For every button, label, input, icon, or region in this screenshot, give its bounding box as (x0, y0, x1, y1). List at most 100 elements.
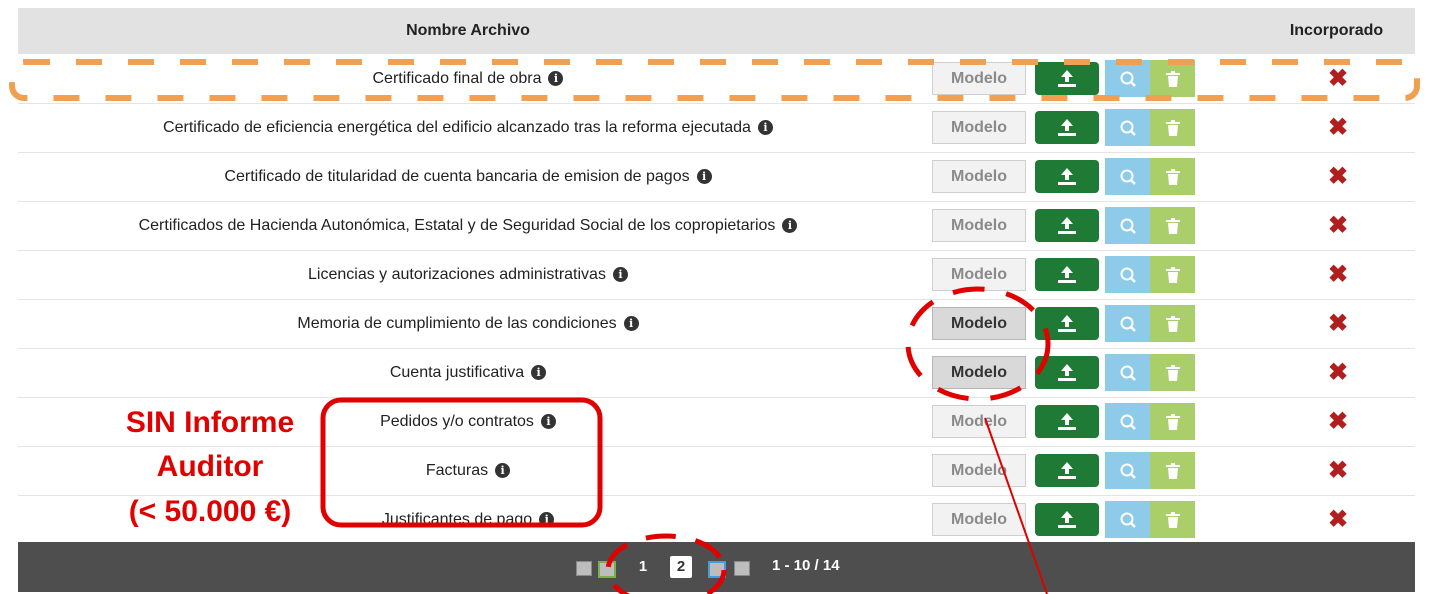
view-button[interactable] (1105, 256, 1150, 293)
search-icon (1120, 365, 1136, 381)
info-icon[interactable]: i (540, 414, 556, 429)
delete-button[interactable] (1150, 256, 1195, 293)
trash-icon (1165, 217, 1180, 234)
upload-button[interactable] (1035, 405, 1099, 438)
delete-button[interactable] (1150, 109, 1195, 146)
upload-icon (1058, 314, 1076, 332)
table-header: Nombre Archivo Incorporado (18, 8, 1415, 54)
view-button[interactable] (1105, 501, 1150, 538)
delete-button[interactable] (1150, 305, 1195, 342)
delete-button[interactable] (1150, 207, 1195, 244)
search-icon (1120, 463, 1136, 479)
annotation-sin-informe: SIN Informe (125, 406, 295, 439)
upload-icon (1058, 265, 1076, 283)
info-icon[interactable]: i (495, 463, 511, 478)
annotation-auditor: Auditor (156, 450, 264, 483)
modelo-button[interactable]: Modelo (932, 307, 1026, 340)
upload-icon (1058, 69, 1076, 87)
trash-icon (1165, 364, 1180, 381)
first-page-icon[interactable] (576, 561, 592, 576)
view-button[interactable] (1105, 354, 1150, 391)
info-icon[interactable]: i (757, 120, 773, 135)
upload-button[interactable] (1035, 160, 1099, 193)
info-icon[interactable]: i (696, 169, 712, 184)
upload-button[interactable] (1035, 356, 1099, 389)
modelo-button[interactable]: Modelo (932, 258, 1026, 291)
modelo-button[interactable]: Modelo (932, 405, 1026, 438)
not-incorporated-icon: ✖ (1327, 310, 1349, 337)
table-row: Certificado final de obra i Modelo ✖ (18, 54, 1415, 104)
delete-button[interactable] (1150, 452, 1195, 489)
not-incorporated-icon: ✖ (1327, 65, 1349, 92)
view-button[interactable] (1105, 60, 1150, 97)
trash-icon (1165, 119, 1180, 136)
table-row: Certificado de eficiencia energética del… (18, 103, 1415, 153)
upload-button[interactable] (1035, 209, 1099, 242)
file-name: Justificantes de pago (381, 510, 533, 528)
delete-button[interactable] (1150, 354, 1195, 391)
info-icon[interactable]: i (782, 218, 798, 233)
trash-icon (1165, 168, 1180, 185)
modelo-button[interactable]: Modelo (932, 454, 1026, 487)
not-incorporated-icon: ✖ (1327, 163, 1349, 190)
file-name-cell: Certificado final de obra i (18, 54, 918, 103)
page-1-link[interactable]: 1 (636, 556, 650, 578)
upload-icon (1058, 461, 1076, 479)
file-name: Pedidos y/o contratos (380, 412, 534, 430)
info-icon[interactable]: i (531, 365, 547, 380)
upload-button[interactable] (1035, 503, 1099, 536)
modelo-button[interactable]: Modelo (932, 111, 1026, 144)
upload-button[interactable] (1035, 258, 1099, 291)
info-icon[interactable]: i (548, 71, 564, 86)
view-button[interactable] (1105, 158, 1150, 195)
trash-icon (1165, 315, 1180, 332)
view-button[interactable] (1105, 403, 1150, 440)
search-icon (1120, 218, 1136, 234)
search-icon (1120, 316, 1136, 332)
search-icon (1120, 512, 1136, 528)
next-page-icon[interactable] (708, 561, 726, 578)
file-name-cell: Licencias y autorizaciones administrativ… (18, 250, 918, 299)
not-incorporated-icon: ✖ (1327, 261, 1349, 288)
info-icon[interactable]: i (539, 512, 555, 527)
prev-page-icon[interactable] (598, 561, 616, 578)
page-2-current[interactable]: 2 (670, 556, 692, 578)
page-range: 1 - 10 / 14 (772, 557, 840, 574)
search-icon (1120, 169, 1136, 185)
search-icon (1120, 120, 1136, 136)
modelo-button[interactable]: Modelo (932, 356, 1026, 389)
delete-button[interactable] (1150, 158, 1195, 195)
view-button[interactable] (1105, 305, 1150, 342)
upload-icon (1058, 167, 1076, 185)
trash-icon (1165, 511, 1180, 528)
upload-button[interactable] (1035, 62, 1099, 95)
modelo-button[interactable]: Modelo (932, 62, 1026, 95)
file-name-cell: Certificado de titularidad de cuenta ban… (18, 152, 918, 201)
modelo-button[interactable]: Modelo (932, 160, 1026, 193)
pagination-bar: 1 2 1 - 10 / 14 (18, 542, 1415, 592)
info-icon[interactable]: i (623, 316, 639, 331)
delete-button[interactable] (1150, 60, 1195, 97)
modelo-button[interactable]: Modelo (932, 209, 1026, 242)
delete-button[interactable] (1150, 501, 1195, 538)
view-button[interactable] (1105, 207, 1150, 244)
last-page-icon[interactable] (734, 561, 750, 576)
table-row: Certificado de titularidad de cuenta ban… (18, 152, 1415, 202)
file-name: Certificado de eficiencia energética del… (163, 118, 751, 136)
upload-button[interactable] (1035, 111, 1099, 144)
search-icon (1120, 71, 1136, 87)
view-button[interactable] (1105, 109, 1150, 146)
upload-icon (1058, 363, 1076, 381)
column-header-incorporated: Incorporado (1289, 22, 1384, 39)
not-incorporated-icon: ✖ (1327, 457, 1349, 484)
upload-button[interactable] (1035, 307, 1099, 340)
modelo-button[interactable]: Modelo (932, 503, 1026, 536)
info-icon[interactable]: i (612, 267, 628, 282)
upload-icon (1058, 412, 1076, 430)
view-button[interactable] (1105, 452, 1150, 489)
upload-button[interactable] (1035, 454, 1099, 487)
delete-button[interactable] (1150, 403, 1195, 440)
not-incorporated-icon: ✖ (1327, 114, 1349, 141)
trash-icon (1165, 462, 1180, 479)
annotation-threshold: (< 50.000 €) (128, 495, 292, 528)
